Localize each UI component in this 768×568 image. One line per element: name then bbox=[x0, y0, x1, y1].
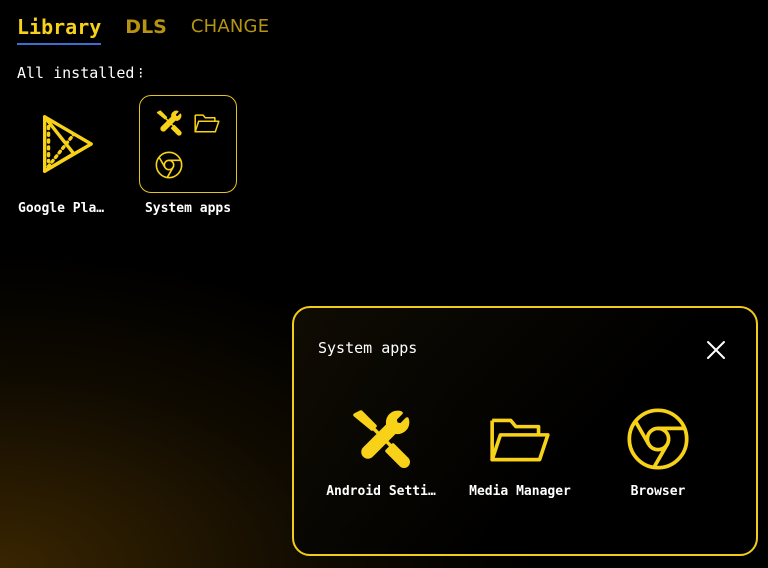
app-label: Browser bbox=[630, 484, 686, 499]
tab-dls[interactable]: DLS bbox=[125, 14, 167, 40]
app-label: Media Manager bbox=[469, 484, 571, 499]
tab-library[interactable]: Library bbox=[17, 14, 102, 45]
settings-tools-icon bbox=[150, 109, 188, 137]
chrome-icon bbox=[150, 150, 188, 180]
app-label: Google Pla… bbox=[18, 201, 105, 216]
settings-tools-icon bbox=[316, 404, 446, 474]
folder-icon bbox=[455, 404, 585, 474]
dialog-title: System apps bbox=[318, 339, 418, 357]
more-vert-icon: ⁝ bbox=[138, 64, 144, 82]
filter-label: All installed bbox=[17, 64, 135, 82]
app-browser[interactable]: Browser bbox=[593, 404, 723, 499]
play-store-icon bbox=[17, 95, 115, 193]
app-label: Android Setti… bbox=[326, 484, 436, 499]
folder-tile bbox=[139, 95, 237, 193]
tab-bar: Library DLS CHANGE bbox=[17, 14, 293, 45]
chrome-icon bbox=[593, 404, 723, 474]
tab-change[interactable]: CHANGE bbox=[191, 14, 269, 40]
folder-icon bbox=[188, 109, 226, 137]
app-label: System apps bbox=[144, 201, 232, 216]
app-android-settings[interactable]: Android Setti… bbox=[316, 404, 446, 499]
app-google-play[interactable]: Google Pla… bbox=[11, 95, 121, 216]
close-icon[interactable] bbox=[706, 340, 726, 360]
filter-dropdown[interactable]: All installed ⁝ bbox=[17, 64, 143, 82]
folder-dialog: System apps Android Setti… Media Manager… bbox=[292, 306, 758, 556]
app-media-manager[interactable]: Media Manager bbox=[455, 404, 585, 499]
app-folder-system-apps[interactable]: System apps bbox=[133, 95, 243, 216]
